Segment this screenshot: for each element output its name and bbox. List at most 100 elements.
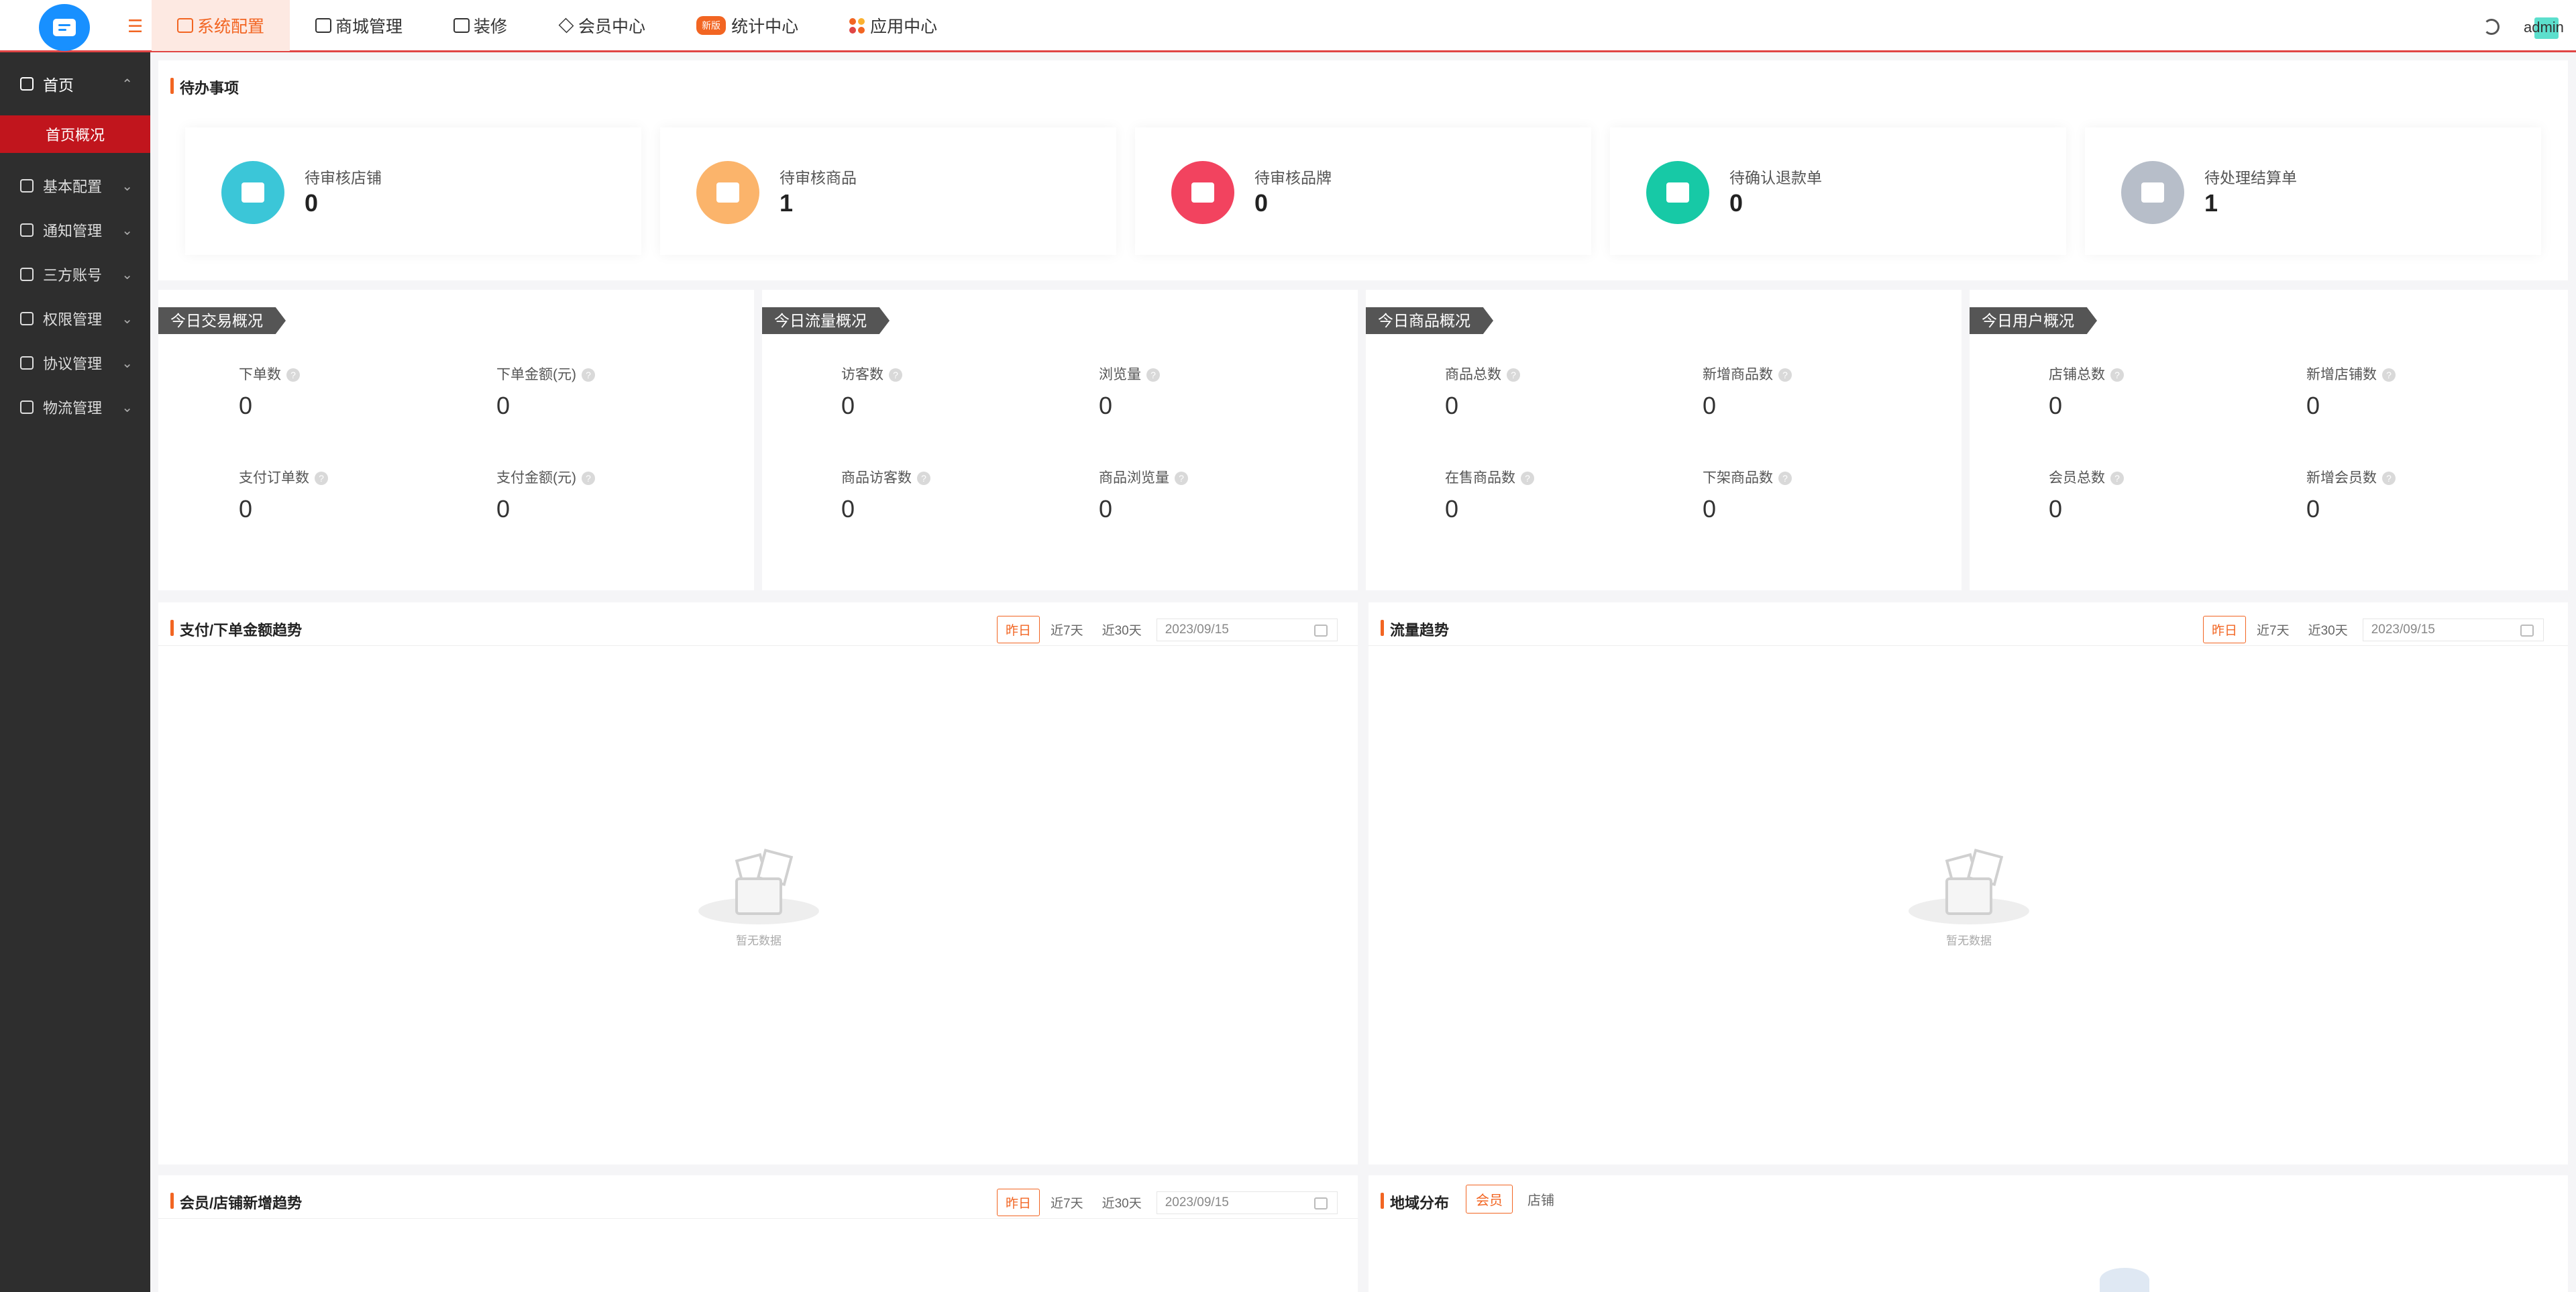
date-range-selector: 昨日 近7天 近30天 2023/09/15 [997, 616, 1338, 643]
todo-card-pending-products[interactable]: 待审核商品 1 [660, 127, 1116, 255]
sidebar-item-permissions[interactable]: 权限管理 ⌄ [0, 297, 150, 341]
date-picker[interactable]: 2023/09/15 [1156, 618, 1338, 641]
help-icon[interactable]: ? [2110, 472, 2124, 486]
sidebar-item-basic-config[interactable]: 基本配置 ⌄ [0, 164, 150, 208]
range-30-days[interactable]: 近30天 [2300, 616, 2356, 643]
stat-label: 新增商品数 [1703, 367, 1773, 382]
date-picker[interactable]: 2023/09/15 [2362, 618, 2544, 641]
stat-order-amount: 下单金额(元)? 0 [496, 364, 595, 420]
help-icon[interactable]: ? [889, 368, 902, 382]
range-7-days[interactable]: 近7天 [2249, 616, 2298, 643]
nav-statistics-center[interactable]: 新版 统计中心 [671, 0, 824, 51]
stat-paid-amount: 支付金额(元)? 0 [496, 467, 595, 523]
date-picker[interactable]: 2023/09/15 [1156, 1191, 1338, 1214]
help-icon[interactable]: ? [582, 472, 595, 486]
settings-icon [177, 18, 193, 33]
bell-icon [20, 223, 34, 237]
sidebar: 首页 ⌃ 首页概况 基本配置 ⌄ 通知管理 ⌄ 三方账号 ⌄ 权限管理 ⌄ 协议… [0, 52, 150, 1292]
invoice-icon [2121, 161, 2184, 224]
sidebar-item-third-party[interactable]: 三方账号 ⌄ [0, 252, 150, 297]
overview-title: 今日交易概况 [158, 307, 286, 334]
todo-card-pending-brands[interactable]: 待审核品牌 0 [1135, 127, 1591, 255]
stat-label: 在售商品数 [1445, 470, 1515, 486]
sidebar-item-agreements[interactable]: 协议管理 ⌄ [0, 341, 150, 385]
nav-decoration[interactable]: 装修 [428, 0, 533, 51]
help-icon[interactable]: ? [286, 368, 300, 382]
panel-title: 支付/下单金额趋势 [170, 618, 302, 640]
help-icon[interactable]: ? [582, 368, 595, 382]
todo-label: 待确认退款单 [1729, 169, 1822, 186]
help-icon[interactable]: ? [1507, 368, 1520, 382]
overview-products: 今日商品概况 商品总数? 0 新增商品数? 0 在售商品数? 0 下架商品数? 0 [1366, 290, 1962, 590]
overview-trade: 今日交易概况 下单数? 0 下单金额(元)? 0 支付订单数? 0 支付金额(元)? 0 [158, 290, 754, 590]
empty-state: 暂无数据 [698, 849, 819, 948]
stat-value: 0 [1099, 392, 1113, 419]
divider [158, 645, 1358, 646]
stat-label: 新增店铺数 [2306, 367, 2377, 382]
help-icon[interactable]: ? [315, 472, 328, 486]
range-yesterday[interactable]: 昨日 [997, 616, 1040, 643]
range-yesterday[interactable]: 昨日 [997, 1189, 1040, 1216]
sidebar-item-label: 三方账号 [43, 267, 103, 284]
help-icon[interactable]: ? [1175, 472, 1188, 486]
help-icon[interactable]: ? [2382, 472, 2396, 486]
stat-value: 0 [841, 392, 855, 419]
tab-members[interactable]: 会员 [1466, 1185, 1513, 1214]
users-icon [20, 268, 34, 281]
sidebar-item-notifications[interactable]: 通知管理 ⌄ [0, 208, 150, 252]
range-7-days[interactable]: 近7天 [1042, 616, 1091, 643]
user-name[interactable]: admin [2524, 19, 2564, 36]
calendar-icon [1313, 624, 1328, 637]
todo-card-pending-shops[interactable]: 待审核店铺 0 [185, 127, 641, 255]
store-icon [315, 18, 332, 33]
date-value: 2023/09/15 [1165, 1195, 1229, 1209]
menu-collapse-icon[interactable]: ☰ [127, 17, 144, 35]
stat-value: 0 [496, 495, 511, 523]
stat-page-views: 浏览量? 0 [1099, 364, 1160, 420]
sidebar-item-home-overview[interactable]: 首页概况 [0, 115, 150, 153]
stat-label: 新增会员数 [2306, 470, 2377, 486]
nav-label: 应用中心 [870, 17, 938, 36]
overview-traffic: 今日流量概况 访客数? 0 浏览量? 0 商品访客数? 0 商品浏览量? 0 [762, 290, 1358, 590]
nav-system-config[interactable]: 系统配置 [152, 0, 290, 51]
sidebar-item-logistics[interactable]: 物流管理 ⌄ [0, 385, 150, 429]
nav-mall-management[interactable]: 商城管理 [290, 0, 428, 51]
overview-title: 今日流量概况 [762, 307, 890, 334]
map-shape-icon [2100, 1268, 2149, 1292]
top-bar: ☰ 系统配置 商城管理 装修 会员中心 新版 统计中心 应用中心 admin [0, 0, 2576, 52]
shopping-bag-icon [696, 161, 759, 224]
nav-member-center[interactable]: 会员中心 [533, 0, 671, 51]
help-icon[interactable]: ? [2110, 368, 2124, 382]
app-logo-icon[interactable] [39, 4, 90, 51]
help-icon[interactable]: ? [917, 472, 930, 486]
todo-value: 0 [1254, 189, 1269, 217]
help-icon[interactable]: ? [2382, 368, 2396, 382]
range-yesterday[interactable]: 昨日 [2203, 616, 2247, 643]
range-7-days[interactable]: 近7天 [1042, 1189, 1091, 1216]
apps-icon [849, 17, 865, 34]
todo-card-pending-settlements[interactable]: 待处理结算单 1 [2085, 127, 2541, 255]
nav-app-center[interactable]: 应用中心 [824, 0, 963, 51]
stat-total-products: 商品总数? 0 [1445, 364, 1520, 420]
help-icon[interactable]: ? [1521, 472, 1534, 486]
sidebar-item-home[interactable]: 首页 ⌃ [0, 52, 150, 115]
calendar-icon [2520, 624, 2534, 637]
stat-label: 下单数 [239, 367, 281, 382]
chevron-down-icon: ⌄ [121, 267, 133, 282]
help-icon[interactable]: ? [1778, 472, 1792, 486]
receipt-icon [1646, 161, 1709, 224]
home-icon [20, 77, 34, 91]
help-icon[interactable]: ? [1778, 368, 1792, 382]
range-30-days[interactable]: 近30天 [1094, 616, 1150, 643]
refresh-icon[interactable] [2483, 19, 2500, 35]
shield-icon [20, 312, 34, 325]
stat-value: 0 [239, 495, 253, 523]
range-30-days[interactable]: 近30天 [1094, 1189, 1150, 1216]
divider [158, 1218, 1358, 1219]
help-icon[interactable]: ? [1146, 368, 1160, 382]
todo-card-pending-refunds[interactable]: 待确认退款单 0 [1610, 127, 2066, 255]
member-trend-panel: 会员/店铺新增趋势 昨日 近7天 近30天 2023/09/15 [158, 1175, 1358, 1292]
empty-text: 暂无数据 [1946, 934, 1992, 947]
todo-value: 1 [780, 189, 794, 217]
tab-shops[interactable]: 店铺 [1518, 1185, 1564, 1213]
